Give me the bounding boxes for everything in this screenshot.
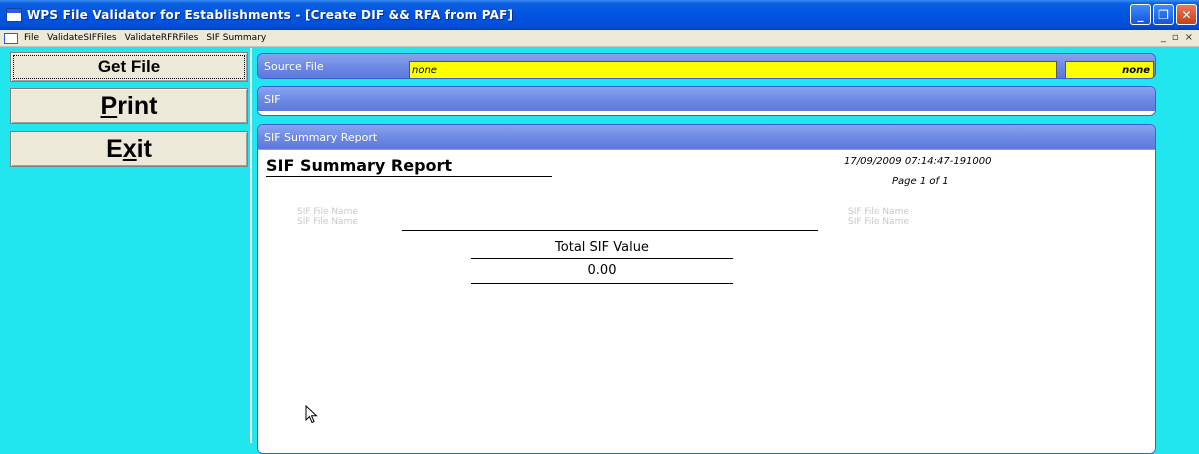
minimize-button[interactable]: _ bbox=[1130, 4, 1151, 25]
title-underline bbox=[266, 176, 552, 177]
exit-button[interactable]: Ex it bbox=[10, 131, 248, 167]
sif-header: SIF bbox=[258, 87, 1155, 111]
window-controls: _ ❐ ✕ bbox=[1130, 4, 1197, 25]
print-label: rint bbox=[117, 91, 158, 120]
sidebar: Get File Print Ex it bbox=[0, 48, 252, 443]
window-title: WPS File Validator for Establishments - … bbox=[27, 8, 514, 22]
close-button[interactable]: ✕ bbox=[1176, 4, 1197, 25]
right-file-labels: SIF File Name SIF File Name bbox=[848, 207, 909, 227]
window-titlebar: WPS File Validator for Establishments - … bbox=[0, 0, 1199, 30]
get-file-label: Get File bbox=[97, 57, 161, 76]
mdi-controls: _ ▫ × bbox=[1161, 32, 1193, 43]
report-title: SIF Summary Report bbox=[266, 156, 453, 175]
print-button[interactable]: Print bbox=[10, 88, 248, 124]
right-file-label: SIF File Name bbox=[848, 217, 909, 227]
report-datetime: 17/09/2009 07:14:47-191000 bbox=[844, 156, 992, 167]
mdi-close-button[interactable]: × bbox=[1185, 32, 1193, 43]
mouse-pointer-icon bbox=[305, 405, 318, 424]
source-file-group: Source File none none bbox=[257, 53, 1156, 79]
exit-mnemonic: x bbox=[122, 134, 137, 163]
mdi-minimize-button[interactable]: _ bbox=[1161, 32, 1166, 43]
right-file-label: SIF File Name bbox=[848, 207, 909, 217]
menu-bar: File ValidateSIFFiles ValidateRFRFiles S… bbox=[0, 30, 1199, 47]
sif-summary-header: SIF Summary Report bbox=[258, 125, 1155, 149]
exit-label-end: it bbox=[136, 134, 152, 163]
report-page-number: Page 1 of 1 bbox=[892, 176, 949, 187]
source-file-badge: none bbox=[1065, 61, 1154, 78]
report-viewer[interactable]: SIF Summary Report 17/09/2009 07:14:47-1… bbox=[258, 149, 1155, 453]
sif-summary-group: SIF Summary Report SIF Summary Report 17… bbox=[257, 124, 1156, 454]
restore-button[interactable]: ❐ bbox=[1153, 4, 1174, 25]
restore-icon: ❐ bbox=[1158, 7, 1169, 22]
minimize-icon: _ bbox=[1137, 7, 1144, 22]
document-icon[interactable] bbox=[4, 32, 18, 44]
mdi-restore-button[interactable]: ▫ bbox=[1172, 32, 1179, 43]
app-icon bbox=[6, 8, 22, 22]
source-file-field[interactable]: none bbox=[409, 61, 1057, 78]
sif-group: SIF bbox=[257, 86, 1156, 116]
total-divider-bottom bbox=[471, 283, 733, 284]
total-sif-value: 0.00 bbox=[587, 263, 617, 278]
menu-file[interactable]: File bbox=[24, 33, 39, 43]
print-mnemonic: P bbox=[100, 91, 118, 120]
exit-label-start: E bbox=[106, 134, 123, 163]
divider-line bbox=[402, 230, 818, 231]
menu-validate-sif[interactable]: ValidateSIFFiles bbox=[47, 33, 117, 43]
total-divider-top bbox=[471, 258, 733, 259]
get-file-button[interactable]: Get File bbox=[10, 52, 248, 82]
left-file-labels: SIF File Name SIF File Name bbox=[297, 207, 358, 227]
main-panel: Source File none none SIF SIF Summary Re… bbox=[256, 48, 1199, 454]
close-icon: ✕ bbox=[1181, 7, 1192, 22]
left-file-label: SIF File Name bbox=[297, 217, 358, 227]
total-sif-value-label: Total SIF Value bbox=[555, 240, 649, 255]
menu-sif-summary[interactable]: SIF Summary bbox=[206, 33, 266, 43]
menu-validate-rfr[interactable]: ValidateRFRFiles bbox=[125, 33, 199, 43]
left-file-label: SIF File Name bbox=[297, 207, 358, 217]
